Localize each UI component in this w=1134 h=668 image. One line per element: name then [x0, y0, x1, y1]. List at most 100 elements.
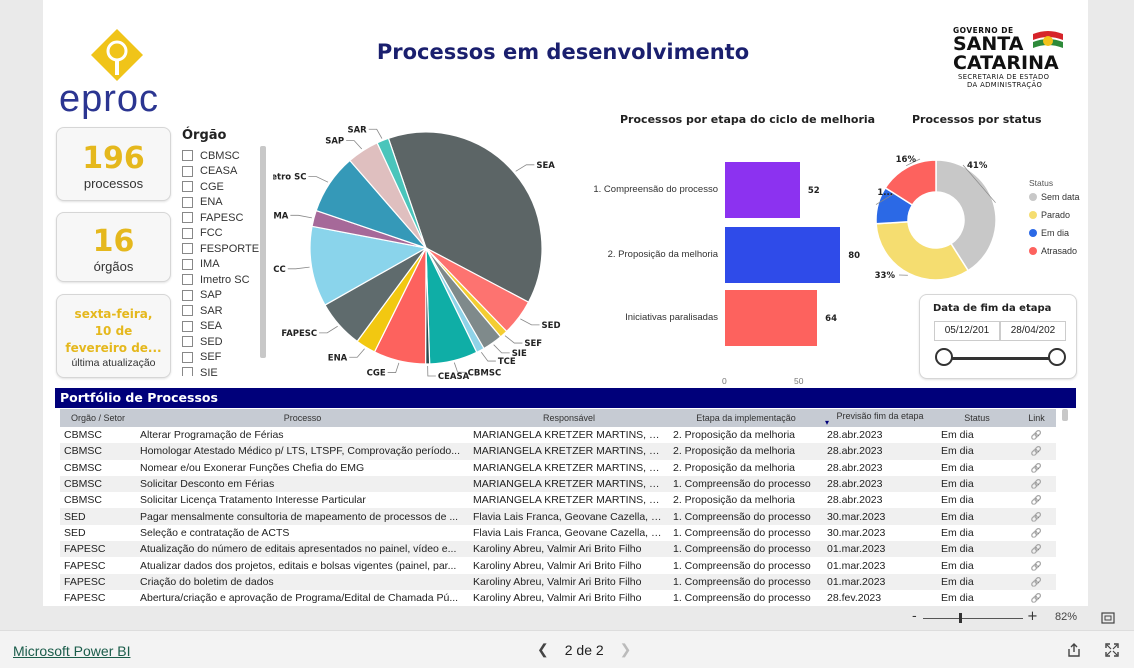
bar[interactable]: [725, 227, 840, 283]
table-row[interactable]: SEDPagar mensalmente consultoria de mape…: [60, 508, 1056, 524]
link-icon[interactable]: 🔗: [1031, 561, 1042, 571]
table-row[interactable]: FAPESCAtualização do número de editais a…: [60, 541, 1056, 557]
checkbox-icon[interactable]: [182, 197, 193, 208]
bar[interactable]: [725, 162, 800, 218]
slicer-item[interactable]: CBMSC: [182, 148, 272, 164]
table-row[interactable]: FAPESCAtualizar dados dos projetos, edit…: [60, 557, 1056, 573]
legend-item[interactable]: Atrasado: [1029, 242, 1080, 260]
link-icon[interactable]: 🔗: [1031, 446, 1042, 456]
link-icon[interactable]: 🔗: [1031, 512, 1042, 522]
slicer-item[interactable]: Imetro SC: [182, 272, 272, 288]
legend-item[interactable]: Parado: [1029, 206, 1080, 224]
table-cell: Em dia: [937, 427, 1017, 443]
checkbox-icon[interactable]: [182, 212, 193, 223]
checkbox-icon[interactable]: [182, 336, 193, 347]
table-cell: Pagar mensalmente consultoria de mapeame…: [136, 508, 469, 524]
legend-item[interactable]: Em dia: [1029, 224, 1080, 242]
power-bi-link[interactable]: Microsoft Power BI: [13, 643, 130, 659]
prev-page-icon[interactable]: ❮: [537, 641, 549, 658]
slicer-item[interactable]: SAP: [182, 288, 272, 304]
table-row[interactable]: FAPESCAbertura/criação e aprovação de Pr…: [60, 590, 1056, 606]
column-header[interactable]: Link: [1017, 409, 1056, 427]
slicer-item-label: FAPESC: [200, 212, 243, 224]
slicer-scrollbar[interactable]: [260, 146, 266, 358]
slicer-item[interactable]: SED: [182, 334, 272, 350]
slicer-orgao-list: CBMSCCEASA CGEENAFAPESC FCCFESPORTEIMAImet…: [182, 148, 272, 376]
date-end-handle[interactable]: [1048, 348, 1066, 366]
checkbox-icon[interactable]: [182, 367, 193, 376]
link-icon[interactable]: 🔗: [1031, 430, 1042, 440]
date-end-input[interactable]: 28/04/202: [1000, 321, 1066, 341]
legend-item[interactable]: Sem data: [1029, 188, 1080, 206]
checkbox-icon[interactable]: [182, 321, 193, 332]
table-row[interactable]: CBMSCSolicitar Licença Tratamento Intere…: [60, 492, 1056, 508]
gov-sc-logo: GOVERNO DE SANTA CATARINA SECRETARIA DE …: [953, 26, 1073, 98]
bar[interactable]: [725, 290, 817, 346]
slicer-item[interactable]: IMA: [182, 257, 272, 273]
sort-desc-icon[interactable]: ▾: [825, 421, 935, 425]
date-start-handle[interactable]: [935, 348, 953, 366]
column-header[interactable]: Status: [937, 409, 1017, 427]
table-row[interactable]: SEDSeleção e contratação de ACTSFlavia L…: [60, 525, 1056, 541]
slicer-item[interactable]: SEA: [182, 319, 272, 335]
slicer-item[interactable]: CGE: [182, 179, 272, 195]
table-row[interactable]: CBMSCHomologar Atestado Médico p/ LTS, L…: [60, 443, 1056, 459]
column-header[interactable]: Previsão fim da etapa▾: [823, 409, 937, 427]
table-cell: Karoliny Abreu, Valmir Ari Brito Filho: [469, 557, 669, 573]
link-icon[interactable]: 🔗: [1031, 463, 1042, 473]
slicer-item[interactable]: SIE: [182, 365, 272, 376]
zoom-slider-handle[interactable]: [959, 613, 962, 623]
donut-value-label: 41%: [967, 161, 988, 171]
checkbox-icon[interactable]: [182, 290, 193, 301]
checkbox-icon[interactable]: [182, 352, 193, 363]
fullscreen-icon[interactable]: [1104, 642, 1120, 658]
column-header-label: Previsão fim da etapa: [836, 411, 923, 421]
link-icon[interactable]: 🔗: [1031, 544, 1042, 554]
slicer-item[interactable]: ENA: [182, 195, 272, 211]
slicer-item[interactable]: CEASA: [182, 164, 272, 180]
table-cell-link: 🔗: [1017, 476, 1056, 492]
link-icon[interactable]: 🔗: [1031, 495, 1042, 505]
slicer-item[interactable]: FESPORTE: [182, 241, 272, 257]
date-start-input[interactable]: 05/12/201: [934, 321, 1000, 341]
zoom-in-button[interactable]: +: [1027, 609, 1038, 624]
checkbox-icon[interactable]: [182, 305, 193, 316]
table-scrollbar[interactable]: [1062, 409, 1068, 421]
slicer-item[interactable]: SEF: [182, 350, 272, 366]
checkbox-icon[interactable]: [182, 274, 193, 285]
slicer-item[interactable]: SAR: [182, 303, 272, 319]
fit-to-page-icon[interactable]: [1101, 612, 1115, 624]
table-row[interactable]: FAPESCCriação do boletim de dadosKarolin…: [60, 574, 1056, 590]
zoom-level: 82%: [1055, 611, 1077, 623]
zoom-out-button[interactable]: -: [912, 609, 917, 624]
pager: ❮ 2 de 2 ❯: [537, 641, 631, 658]
column-header-label: Link: [1028, 413, 1045, 423]
table-cell: 1. Compreensão do processo: [669, 574, 823, 590]
column-header[interactable]: Responsável: [469, 409, 669, 427]
link-icon[interactable]: 🔗: [1031, 479, 1042, 489]
checkbox-icon[interactable]: [182, 166, 193, 177]
share-icon[interactable]: [1066, 642, 1082, 658]
slicer-item[interactable]: FAPESC: [182, 210, 272, 226]
slicer-item-label: CEASA: [200, 165, 237, 177]
table-cell-link: 🔗: [1017, 460, 1056, 476]
checkbox-icon[interactable]: [182, 228, 193, 239]
column-header[interactable]: Processo: [136, 409, 469, 427]
table-row[interactable]: CBMSCAlterar Programação de FériasMARIAN…: [60, 427, 1056, 443]
link-icon[interactable]: 🔗: [1031, 577, 1042, 587]
column-header[interactable]: Orgão / Setor: [60, 409, 136, 427]
column-header[interactable]: Etapa da implementação: [669, 409, 823, 427]
checkbox-icon[interactable]: [182, 181, 193, 192]
link-icon[interactable]: 🔗: [1031, 528, 1042, 538]
link-icon[interactable]: 🔗: [1031, 593, 1042, 603]
checkbox-icon[interactable]: [182, 243, 193, 254]
checkbox-icon[interactable]: [182, 259, 193, 270]
slicer-item-label: SED: [200, 336, 223, 348]
next-page-icon[interactable]: ❯: [620, 641, 632, 658]
table-row[interactable]: CBMSCNomear e/ou Exonerar Funções Chefia…: [60, 460, 1056, 476]
checkbox-icon[interactable]: [182, 150, 193, 161]
slicer-item[interactable]: FCC: [182, 226, 272, 242]
table-row[interactable]: CBMSCSolicitar Desconto em FériasMARIANG…: [60, 476, 1056, 492]
zoom-slider-track[interactable]: [923, 618, 1023, 619]
bar-category-label: 1. Compreensão do processo: [573, 184, 718, 195]
